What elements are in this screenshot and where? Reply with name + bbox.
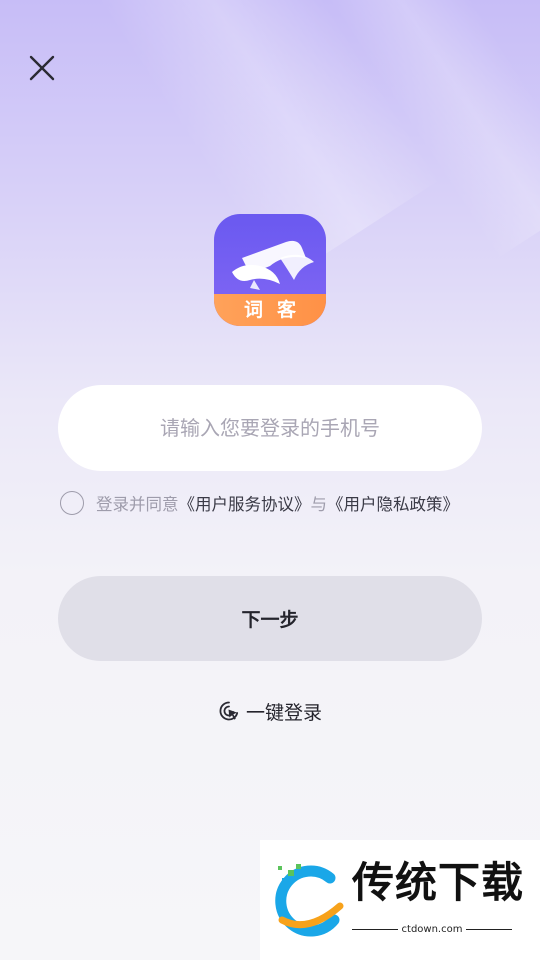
user-agreement-link[interactable]: 《用户服务协议》: [179, 491, 311, 515]
one-key-login-label: 一键登录: [245, 701, 322, 724]
watermark-url-row: ctdown.com: [352, 924, 512, 935]
close-icon: [29, 55, 55, 81]
agreement-row: 登录并同意 《用户服务协议》 与 《用户隐私政策》: [60, 488, 459, 518]
one-key-login-button[interactable]: 一键登录: [0, 696, 540, 726]
agree-and: 与: [310, 495, 328, 514]
watermark-logo-icon: [275, 864, 344, 937]
watermark: 传统下载 ctdown.com: [260, 840, 540, 960]
agree-prefix: 登录并同意: [96, 495, 179, 514]
touch-pointer-icon: [218, 700, 240, 722]
app-logo: 词客: [214, 214, 326, 326]
next-step-button[interactable]: 下一步: [58, 576, 482, 661]
divider: [352, 928, 398, 931]
divider: [466, 928, 512, 931]
next-step-label: 下一步: [241, 609, 299, 631]
watermark-brand: 传统下载: [352, 858, 525, 907]
phone-input[interactable]: [58, 385, 482, 471]
close-button[interactable]: [24, 50, 60, 86]
privacy-policy-link[interactable]: 《用户隐私政策》: [327, 491, 459, 515]
logo-label: 词客: [243, 299, 310, 321]
agree-radio[interactable]: [60, 491, 84, 515]
watermark-url: ctdown.com: [401, 924, 463, 935]
